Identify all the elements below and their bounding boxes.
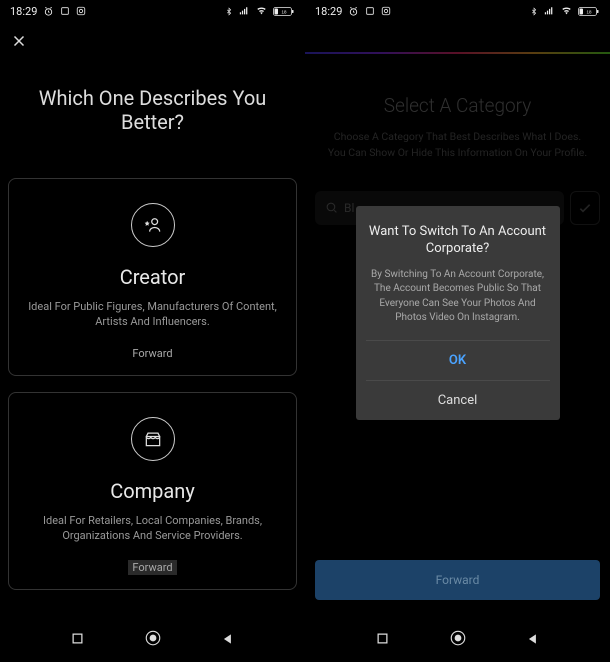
svg-text:18: 18 — [281, 9, 287, 14]
company-forward-link[interactable]: Forward — [128, 560, 176, 575]
status-time: 18:29 — [10, 5, 37, 18]
status-time: 18:29 — [315, 5, 342, 18]
switch-account-dialog: Want To Switch To An Account Corporate? … — [356, 206, 560, 420]
bluetooth-icon — [225, 6, 233, 17]
company-card[interactable]: Company Ideal For Retailers, Local Compa… — [8, 392, 297, 590]
square-icon — [365, 6, 375, 16]
nav-back-button[interactable] — [526, 631, 540, 650]
creator-desc: Ideal For Public Figures, Manufacturers … — [23, 299, 282, 330]
instagram-icon — [381, 6, 391, 16]
close-button[interactable] — [0, 22, 305, 60]
instagram-icon — [76, 6, 86, 16]
nav-home-button[interactable] — [449, 629, 467, 651]
wifi-icon — [560, 6, 573, 16]
nav-recent-button[interactable] — [375, 631, 390, 650]
battery-icon: 18 — [578, 6, 600, 17]
bluetooth-icon — [530, 6, 538, 17]
page-title: Which One Describes You Better? — [8, 86, 297, 134]
battery-icon: 18 — [273, 6, 295, 17]
screen-account-type: 18:29 18 — [0, 0, 305, 662]
dialog-ok-button[interactable]: OK — [366, 340, 550, 380]
status-bar: 18:29 18 — [0, 0, 305, 22]
creator-forward-link[interactable]: Forward — [132, 347, 172, 360]
square-icon — [60, 6, 70, 16]
creator-title: Creator — [23, 265, 282, 289]
company-icon — [131, 417, 175, 461]
signal-icon — [238, 6, 250, 16]
dialog-overlay: Want To Switch To An Account Corporate? … — [305, 22, 610, 618]
nav-home-button[interactable] — [144, 629, 162, 651]
status-bar: 18:29 18 — [305, 0, 610, 22]
company-title: Company — [23, 479, 282, 503]
nav-back-button[interactable] — [221, 631, 235, 650]
creator-card[interactable]: Creator Ideal For Public Figures, Manufa… — [8, 178, 297, 376]
android-navbar — [305, 618, 610, 662]
dialog-cancel-button[interactable]: Cancel — [366, 380, 550, 420]
svg-text:18: 18 — [586, 9, 592, 14]
nav-recent-button[interactable] — [70, 631, 85, 650]
signal-icon — [543, 6, 555, 16]
wifi-icon — [255, 6, 268, 16]
company-desc: Ideal For Retailers, Local Companies, Br… — [23, 513, 282, 544]
alarm-icon — [348, 6, 359, 17]
dialog-body: By Switching To An Account Corporate, Th… — [368, 268, 548, 326]
dialog-title: Want To Switch To An Account Corporate? — [366, 224, 550, 258]
creator-icon — [131, 203, 175, 247]
alarm-icon — [43, 6, 54, 17]
android-navbar — [0, 618, 305, 662]
